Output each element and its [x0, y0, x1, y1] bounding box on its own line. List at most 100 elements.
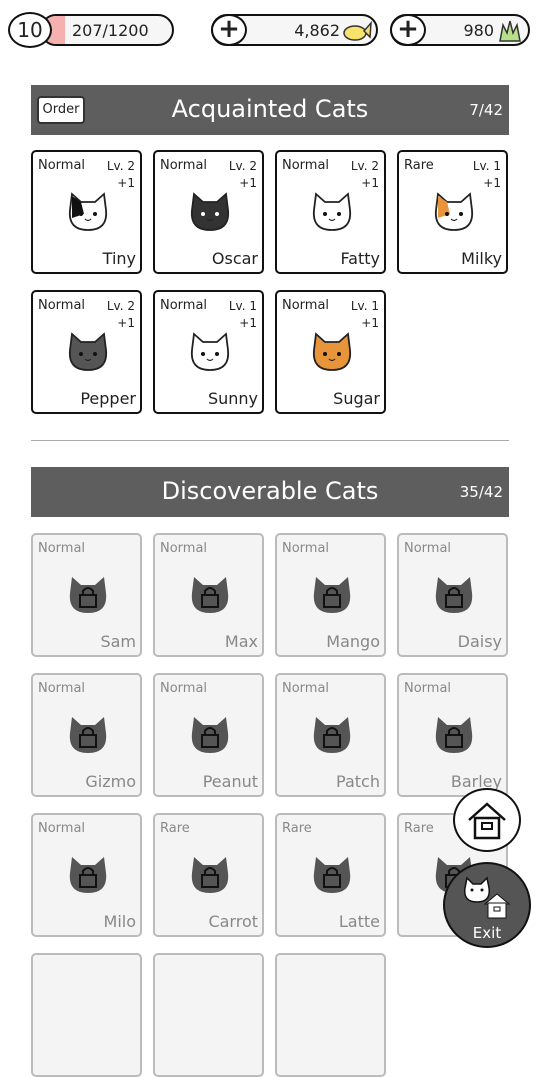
cat-rarity: Normal — [160, 158, 208, 173]
cat-card[interactable]: Normal Lv. 1 +1 Sunny — [153, 290, 264, 414]
cat-name: Mango — [326, 632, 380, 651]
locked-cat-card[interactable]: Normal Sam — [31, 533, 142, 657]
add-grass-button[interactable]: + — [390, 14, 426, 46]
cat-rarity: Rare — [404, 158, 434, 173]
acquainted-count: 7/42 — [469, 101, 503, 119]
cat-name: Peanut — [202, 772, 258, 791]
cat-rarity: Normal — [404, 541, 452, 556]
cat-card[interactable]: Normal Lv. 2 +1 Pepper — [31, 290, 142, 414]
locked-cat-icon — [64, 571, 112, 619]
locked-cat-card[interactable]: Normal Mango — [275, 533, 386, 657]
fish-currency: + 4,862 — [211, 14, 378, 46]
cat-name: Max — [224, 632, 258, 651]
locked-cat-icon — [430, 711, 478, 759]
cat-level: Lv. 2 — [106, 159, 135, 173]
locked-cat-icon — [430, 571, 478, 619]
cat-bonus: +1 — [117, 316, 135, 330]
add-fish-button[interactable]: + — [211, 14, 247, 46]
cat-name: Sunny — [207, 389, 258, 408]
fish-icon — [342, 19, 372, 47]
locked-cat-card[interactable]: Normal Milo — [31, 813, 142, 937]
cat-rarity: Normal — [38, 298, 86, 313]
cat-name: Daisy — [457, 632, 502, 651]
locked-cat-card[interactable]: Normal Daisy — [397, 533, 508, 657]
exit-button[interactable]: Exit — [443, 862, 531, 948]
discoverable-header: Discoverable Cats 35/42 — [31, 467, 509, 517]
cat-card-partial[interactable] — [275, 953, 386, 1077]
cat-bonus: +1 — [361, 176, 379, 190]
discoverable-count: 35/42 — [459, 483, 503, 501]
exit-label: Exit — [472, 924, 502, 942]
home-button[interactable] — [453, 788, 521, 852]
cat-rarity: Normal — [160, 541, 208, 556]
xp-bar: 207/1200 — [40, 14, 174, 46]
locked-cat-icon — [186, 711, 234, 759]
grass-icon — [498, 19, 522, 47]
cat-face-icon — [308, 188, 356, 236]
cat-card[interactable]: Normal Lv. 1 +1 Sugar — [275, 290, 386, 414]
cat-level: Lv. 1 — [472, 159, 501, 173]
locked-cat-icon — [186, 571, 234, 619]
cat-face-icon — [64, 328, 112, 376]
cat-name: Gizmo — [85, 772, 136, 791]
cat-bonus: +1 — [239, 316, 257, 330]
cat-name: Sugar — [333, 389, 380, 408]
cat-face-icon — [308, 328, 356, 376]
locked-cat-card[interactable]: Normal Gizmo — [31, 673, 142, 797]
cat-rarity: Normal — [282, 298, 330, 313]
locked-cat-card[interactable]: Normal Peanut — [153, 673, 264, 797]
cat-name: Carrot — [208, 912, 258, 931]
cat-face-icon — [64, 188, 112, 236]
fish-value: 4,862 — [294, 21, 340, 40]
cat-bonus: +1 — [117, 176, 135, 190]
acquainted-header: Order Acquainted Cats 7/42 — [31, 85, 509, 135]
locked-cat-icon — [64, 711, 112, 759]
cat-bonus: +1 — [239, 176, 257, 190]
cat-name: Milky — [461, 249, 502, 268]
level-badge: 10 — [8, 12, 52, 48]
locked-cat-icon — [186, 851, 234, 899]
cat-card[interactable]: Rare Lv. 1 +1 Milky — [397, 150, 508, 274]
locked-cat-card[interactable]: Normal Patch — [275, 673, 386, 797]
level-value: 10 — [17, 18, 43, 42]
cat-card-partial[interactable] — [31, 953, 142, 1077]
cat-rarity: Normal — [38, 681, 86, 696]
cat-card-partial[interactable] — [153, 953, 264, 1077]
locked-cat-icon — [308, 711, 356, 759]
cat-level: Lv. 2 — [350, 159, 379, 173]
cat-face-icon — [186, 328, 234, 376]
locked-cat-card[interactable]: Rare Carrot — [153, 813, 264, 937]
xp-text: 207/1200 — [72, 21, 149, 40]
cat-rarity: Normal — [282, 541, 330, 556]
locked-cat-icon — [308, 571, 356, 619]
cat-level: Lv. 1 — [350, 299, 379, 313]
cat-name: Oscar — [211, 249, 258, 268]
cat-level: Lv. 1 — [228, 299, 257, 313]
house-icon — [468, 802, 506, 840]
cat-rarity: Normal — [38, 158, 86, 173]
locked-cat-card[interactable]: Rare Latte — [275, 813, 386, 937]
cat-name: Latte — [338, 912, 380, 931]
cat-name: Milo — [103, 912, 136, 931]
cat-name: Tiny — [102, 249, 136, 268]
cat-card[interactable]: Normal Lv. 2 +1 Oscar — [153, 150, 264, 274]
cat-card[interactable]: Normal Lv. 2 +1 Tiny — [31, 150, 142, 274]
cat-rarity: Normal — [282, 158, 330, 173]
cat-name: Fatty — [340, 249, 380, 268]
cat-bonus: +1 — [483, 176, 501, 190]
cat-level: Lv. 2 — [228, 159, 257, 173]
grass-value: 980 — [463, 21, 494, 40]
cat-name: Sam — [100, 632, 136, 651]
cat-rarity: Normal — [38, 541, 86, 556]
cat-face-icon — [186, 188, 234, 236]
cat-rarity: Normal — [160, 681, 208, 696]
locked-cat-card[interactable]: Normal Barley — [397, 673, 508, 797]
locked-cat-icon — [64, 851, 112, 899]
cat-card[interactable]: Normal Lv. 2 +1 Fatty — [275, 150, 386, 274]
cat-rarity: Rare — [282, 821, 312, 836]
cat-rarity: Normal — [160, 298, 208, 313]
cat-face-icon — [430, 188, 478, 236]
grass-currency: + 980 — [390, 14, 530, 46]
locked-cat-card[interactable]: Normal Max — [153, 533, 264, 657]
discoverable-title: Discoverable Cats — [161, 477, 379, 505]
